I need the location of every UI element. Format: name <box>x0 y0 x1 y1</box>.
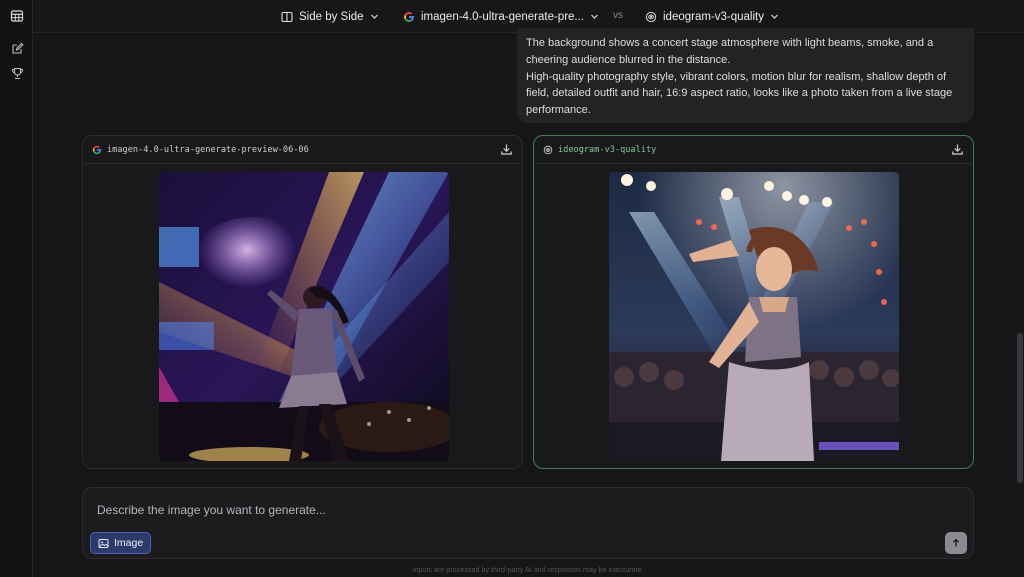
chevron-down-icon <box>771 14 778 19</box>
columns-icon <box>281 11 293 22</box>
model-a-selector[interactable]: imagen-4.0-ultra-generate-pre... <box>403 7 599 26</box>
disclaimer-text: Inputs are processed by third-party AI a… <box>412 565 644 574</box>
card-model-label: ideogram-v3-quality <box>558 144 657 155</box>
left-rail <box>0 0 33 577</box>
scrollbar-thumb[interactable] <box>1017 333 1023 483</box>
generated-image-a[interactable] <box>159 172 449 461</box>
prompt-input[interactable] <box>97 500 917 520</box>
download-icon[interactable] <box>500 143 513 156</box>
image-button-label: Image <box>114 537 144 549</box>
vs-label: vs <box>613 10 623 21</box>
prompt-line-1: The background shows a concert stage atm… <box>526 37 934 66</box>
model-b-selector[interactable]: ideogram-v3-quality <box>645 7 779 26</box>
card-model-label: imagen-4.0-ultra-generate-preview-06-06 <box>107 144 309 155</box>
card-header: ideogram-v3-quality <box>534 136 973 164</box>
chevron-down-icon <box>370 14 378 19</box>
google-icon <box>404 11 414 22</box>
google-icon <box>92 145 102 154</box>
chevron-down-icon <box>591 14 598 19</box>
response-card-a: imagen-4.0-ultra-generate-preview-06-06 <box>82 135 523 469</box>
response-card-b: ideogram-v3-quality <box>533 135 974 469</box>
ideogram-icon <box>543 145 553 154</box>
image-button[interactable]: Image <box>90 532 152 554</box>
app-frame: Side by Side imagen-4.0-ultra-generate-p… <box>0 0 1024 577</box>
user-prompt-bubble: The background shows a concert stage atm… <box>517 28 974 123</box>
card-header: imagen-4.0-ultra-generate-preview-06-06 <box>83 136 522 164</box>
arrow-up-icon <box>952 538 960 547</box>
scrollbar-track[interactable] <box>1016 33 1024 577</box>
table-icon[interactable] <box>9 8 25 24</box>
generated-image-b[interactable] <box>609 172 899 461</box>
prompt-line-2: High-quality photography style, vibrant … <box>526 70 953 117</box>
trophy-icon[interactable] <box>9 65 25 81</box>
image-icon <box>98 538 109 548</box>
edit-icon[interactable] <box>9 40 25 56</box>
model-b-label: ideogram-v3-quality <box>663 10 764 23</box>
mode-selector[interactable]: Side by Side <box>281 7 379 26</box>
send-button[interactable] <box>945 532 967 554</box>
mode-label: Side by Side <box>299 10 364 23</box>
prompt-composer: Image <box>82 487 974 559</box>
model-a-label: imagen-4.0-ultra-generate-pre... <box>421 10 584 23</box>
download-icon[interactable] <box>951 143 964 156</box>
ideogram-icon <box>645 11 657 22</box>
